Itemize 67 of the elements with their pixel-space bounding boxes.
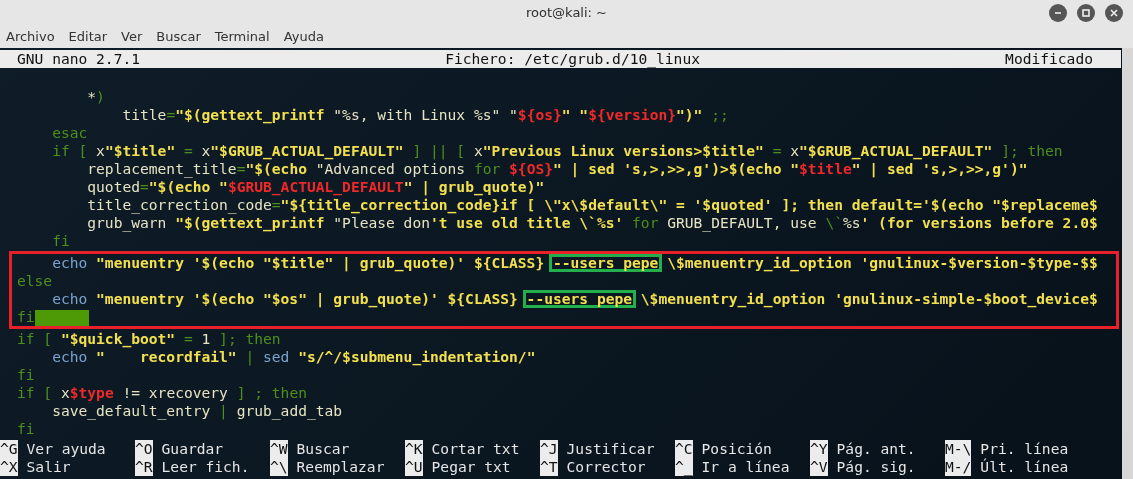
- shortcut-key: ^V: [810, 458, 828, 476]
- maximize-icon: [1081, 8, 1091, 18]
- code-line: title="$(gettext_printf "%s, with Linux %s" "${os}" "${version}")" ;;: [121, 106, 730, 124]
- shortcut-key: ^C: [675, 440, 693, 458]
- shortcut-key: ^_: [675, 458, 693, 476]
- shortcut-label: Posición: [701, 440, 772, 458]
- minimize-button[interactable]: [1049, 4, 1067, 22]
- shortcut-key: M-\: [945, 440, 972, 458]
- code-line: grub_warn "$(gettext_printf "Please don't use old title \`%s' for GRUB_DEFAULT, use \`%s' (for versions before 2.0$: [86, 214, 1099, 232]
- shortcut-key: ^R: [135, 458, 153, 476]
- menu-item[interactable]: Ayuda: [283, 28, 324, 44]
- code-line: if [ x"$title" = x"$GRUB_ACTUAL_DEFAULT" ] || [ x"Previous Linux versions>$title" = x"$GRUB_ACTUAL_DEFAULT" ]; then: [51, 142, 1064, 160]
- code-line: fi: [17, 366, 36, 384]
- code-line: echo "menuentry '$(echo "$os" | grub_quote)' ${CLASS} --users pepe \$menuentry_id_option 'gnulinux-simple-$boot_device$: [51, 290, 1099, 308]
- shortcut-key: ^J: [540, 440, 558, 458]
- shortcut-label: Ir a línea: [701, 458, 790, 476]
- code-line: title_correction_code="${title_correction_code}if [ \"x\$default\" = '$quoted' ]; then default='$(echo "$replaceme$: [86, 196, 1099, 214]
- shortcut-key: M-/: [945, 458, 972, 476]
- code-line: echo "menuentry '$(echo "$title" | grub_quote)' ${CLASS} --users pepe \$menuentry_id_option 'gnulinux-$version-$type-$$: [51, 254, 1099, 272]
- shortcut-key: ^X: [0, 458, 18, 476]
- shortcut-key: ^W: [270, 440, 288, 458]
- menu-item[interactable]: Buscar: [156, 28, 201, 44]
- code-line: if [ x$type != xrecovery ] ; then: [17, 384, 308, 402]
- shortcut-label: Pegar txt: [431, 458, 511, 476]
- shortcut-key: ^T: [540, 458, 558, 476]
- menu-item[interactable]: Archivo: [6, 28, 55, 44]
- shortcut-key: ^\: [270, 458, 288, 476]
- code-line: else: [17, 272, 54, 290]
- code-line: fi: [51, 232, 71, 250]
- shortcut-label: Últ. línea: [980, 458, 1069, 476]
- shortcut-label: Cortar txt: [431, 440, 520, 458]
- shortcut-label: Leer fich.: [161, 458, 250, 476]
- modified-status: Modificado: [1005, 50, 1093, 68]
- close-icon: [1109, 8, 1119, 18]
- shortcut-label: Pág. sig.: [836, 458, 916, 476]
- code-line: quoted="$(echo "$GRUB_ACTUAL_DEFAULT" | grub_quote)": [86, 178, 546, 196]
- window-title: root@kali: ~: [526, 4, 607, 20]
- shortcut-label: Corrector: [566, 458, 646, 476]
- shortcut-label: Buscar: [296, 440, 350, 458]
- menu-item[interactable]: Editar: [68, 28, 108, 44]
- shortcut-label: Reemplazar: [296, 458, 385, 476]
- menu-item[interactable]: Terminal: [214, 28, 270, 44]
- code-line: echo " recordfail" | sed "s/^/$submenu_indentation/": [51, 348, 537, 366]
- shortcut-key: ^K: [405, 440, 423, 458]
- editor-version: GNU nano 2.7.1: [17, 50, 140, 68]
- file-name: Fichero: /etc/grub.d/10_linux: [445, 50, 700, 68]
- code-line: *): [86, 88, 106, 106]
- code-line: if [ "$quick_boot" = 1 ]; then: [17, 330, 282, 348]
- shortcut-key: ^G: [0, 440, 18, 458]
- maximize-button[interactable]: [1077, 4, 1095, 22]
- scrollbar[interactable]: [1122, 48, 1133, 479]
- shortcut-label: Pág. ant.: [836, 440, 916, 458]
- shortcut-key: ^U: [405, 458, 423, 476]
- shortcut-label: Guardar: [161, 440, 224, 458]
- code-line: fi: [17, 420, 36, 438]
- shortcut-label: Pri. línea: [980, 440, 1069, 458]
- code-line: fi: [17, 308, 1116, 326]
- shortcut-key: ^O: [135, 440, 153, 458]
- menu-item[interactable]: Ver: [121, 28, 143, 44]
- code-line: esac: [51, 124, 89, 142]
- code-line: save_default_entry | grub_add_tab: [51, 402, 344, 420]
- shortcut-label: Justificar: [566, 440, 655, 458]
- code-line: replacement_title="$(echo "Advanced options for ${OS}" | sed 's,>,>>,g')>$(echo "$title" | sed 's,>,>>,g')": [86, 160, 1029, 178]
- shortcut-label: Salir: [26, 458, 71, 476]
- close-button[interactable]: [1105, 4, 1123, 22]
- shortcut-key: ^Y: [810, 440, 828, 458]
- shortcut-label: Ver ayuda: [26, 440, 106, 458]
